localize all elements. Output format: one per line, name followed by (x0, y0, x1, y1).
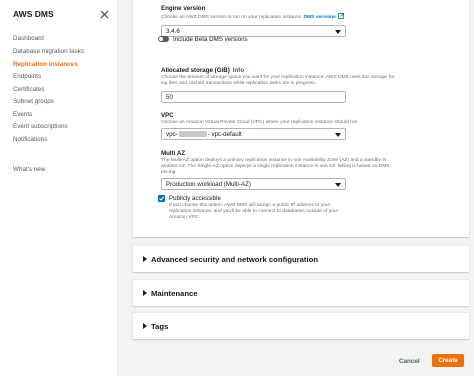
maintenance-section-label: Maintenance (151, 288, 198, 298)
checkmark-icon (159, 196, 164, 201)
cancel-button[interactable]: Cancel (399, 358, 420, 365)
vpc-value-prefix: vpc- (166, 131, 178, 138)
main-content: Engine version Choose an AWS DMS version… (118, 0, 474, 376)
external-link-icon[interactable] (337, 13, 344, 19)
publicly-accessible-description: If you choose this option, AWS DMS will … (169, 203, 339, 220)
chevron-down-icon (335, 132, 341, 137)
publicly-accessible-checkbox[interactable] (158, 195, 165, 202)
redacted-vpc-id (178, 131, 207, 137)
sidebar-item-database-migration-tasks[interactable]: Database migration tasks (13, 48, 84, 55)
chevron-down-icon (335, 29, 341, 34)
caret-right-icon (143, 322, 147, 329)
vpc-value-suffix: - vpc-default (207, 131, 242, 138)
instance-settings-card: Engine version Choose an AWS DMS version… (133, 0, 469, 237)
storage-info-link[interactable]: Info (233, 67, 244, 74)
vpc-label: VPC (161, 112, 174, 119)
sidebar-item-replication-instances[interactable]: Replication instances (13, 61, 78, 68)
allocated-storage-description: Choose the amount of storage space you w… (161, 75, 461, 87)
multi-az-label: Multi AZ (161, 150, 186, 157)
sidebar-item-subnet-groups[interactable]: Subnet groups (13, 98, 54, 105)
close-icon[interactable] (99, 7, 110, 19)
engine-version-desc-text: Choose an AWS DMS version to run on your… (161, 15, 303, 20)
sidebar-item-events[interactable]: Events (13, 111, 32, 118)
sidebar-item-whats-new[interactable]: What's new (13, 166, 45, 173)
side-navigation: AWS DMS Dashboard Database migration tas… (0, 0, 118, 376)
sidebar-item-event-subscriptions[interactable]: Event subscriptions (13, 123, 68, 130)
sidebar-item-endpoints[interactable]: Endpoints (13, 73, 41, 80)
sidebar-title[interactable]: AWS DMS (13, 9, 54, 19)
tags-section-label: Tags (151, 321, 169, 331)
advanced-security-section-label: Advanced security and network configurat… (151, 254, 319, 264)
chevron-down-icon (335, 182, 341, 187)
caret-right-icon (143, 255, 147, 262)
engine-version-description: Choose an AWS DMS version to run on your… (161, 13, 461, 21)
engine-version-label: Engine version (161, 5, 206, 12)
multi-az-desc-line-3: pricing. (161, 170, 177, 175)
create-button[interactable]: Create (432, 354, 464, 367)
allocated-storage-label-text: Allocated storage (GiB) (161, 67, 230, 74)
multi-az-value: Production workload (Multi-AZ) (166, 181, 251, 188)
multi-az-description: The Multi-AZ option deploys a primary re… (161, 158, 461, 176)
advanced-security-section[interactable]: Advanced security and network configurat… (133, 246, 469, 272)
sidebar-item-notifications[interactable]: Notifications (13, 136, 47, 143)
multi-az-select[interactable]: Production workload (Multi-AZ) (161, 178, 346, 190)
vpc-description: Choose an Amazon Virtual Private Cloud (… (161, 120, 359, 125)
tags-section[interactable]: Tags (133, 313, 469, 339)
toggle-knob (159, 37, 163, 41)
allocated-storage-input[interactable]: 50 (161, 91, 346, 103)
vpc-select[interactable]: vpc- - vpc-default (161, 128, 346, 140)
storage-desc-line-2: log files and cached transactions while … (161, 81, 317, 86)
sidebar-item-certificates[interactable]: Certificates (13, 86, 45, 93)
publicly-accessible-label: Publicly accessible (169, 194, 221, 202)
sidebar-item-dashboard[interactable]: Dashboard (13, 35, 44, 42)
dms-versions-link[interactable]: DMS versions (304, 15, 336, 20)
include-beta-label: Include Beta DMS versions (173, 35, 248, 43)
engine-version-value: 3.4.6 (166, 28, 180, 35)
caret-right-icon (143, 289, 147, 296)
maintenance-section[interactable]: Maintenance (133, 280, 469, 306)
allocated-storage-label: Allocated storage (GiB) Info (161, 67, 244, 74)
include-beta-toggle[interactable] (158, 36, 169, 42)
